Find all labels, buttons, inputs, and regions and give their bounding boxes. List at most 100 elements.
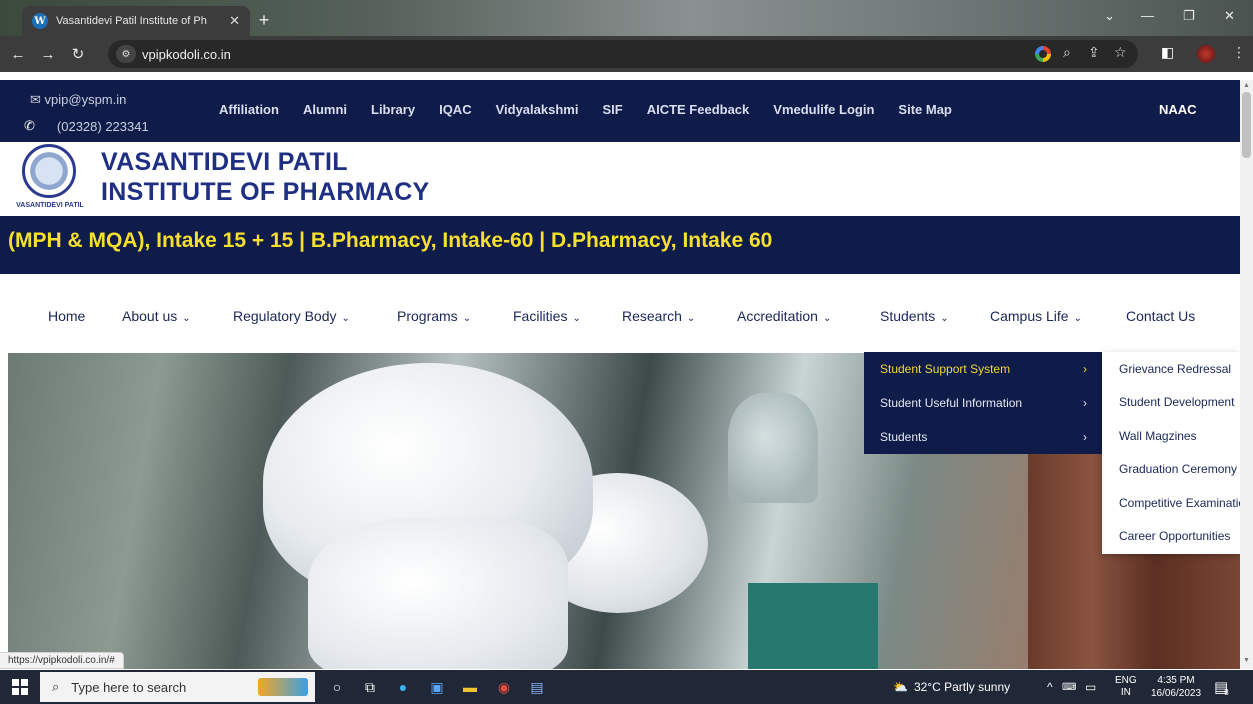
email-contact[interactable]: ✉ vpip@yspm.in [30, 92, 126, 108]
top-link-sif[interactable]: SIF [602, 102, 622, 117]
nav-campus-life[interactable]: Campus Life ⌄ [990, 308, 1082, 324]
clock[interactable]: 4:35 PM 16/06/2023 [1147, 670, 1205, 704]
scroll-down-icon[interactable]: ▼ [1243, 657, 1250, 664]
nav-campus-life-label: Campus Life [990, 308, 1069, 324]
nav-accreditation[interactable]: Accreditation ⌄ [737, 308, 831, 324]
minimize-icon[interactable]: — [1141, 8, 1154, 23]
emblem-icon [22, 144, 76, 198]
edge-icon[interactable]: ● [393, 677, 413, 697]
share-icon[interactable]: ⇪ [1088, 44, 1100, 61]
nav-home-label: Home [48, 308, 86, 324]
search-icon: ⌕ [52, 679, 60, 694]
top-link-vmedulife-login[interactable]: Vmedulife Login [773, 102, 874, 117]
zoom-icon[interactable]: ⌕ [1063, 44, 1071, 61]
nav-research[interactable]: Research ⌄ [622, 308, 695, 324]
notifications-icon[interactable]: ▤ 8 [1214, 670, 1229, 704]
google-icon[interactable] [1035, 46, 1051, 62]
lab-equipment [748, 583, 878, 669]
tab-close-icon[interactable]: ✕ [229, 13, 240, 29]
nav-contact-us-label: Contact Us [1126, 308, 1196, 324]
submenu-grievance-redressal[interactable]: Grievance Redressal [1119, 352, 1240, 385]
submenu-wall-magzines[interactable]: Wall Magzines [1119, 419, 1240, 452]
nav-contact-us[interactable]: Contact Us [1126, 308, 1195, 324]
browser-tab[interactable]: W Vasantidevi Patil Institute of Ph ✕ [22, 6, 250, 36]
site-info-icon[interactable]: ⚙ [116, 45, 136, 63]
submenu-career-opportunities[interactable]: Career Opportunities [1119, 519, 1240, 552]
top-link-library[interactable]: Library [371, 102, 415, 117]
chevron-down-icon: ⌄ [940, 313, 949, 324]
phone-contact[interactable]: ✆ (02328) 223341 [24, 118, 149, 134]
tray-overflow-icon[interactable]: ^ [1047, 670, 1053, 704]
ticker-text: (MPH & MQA), Intake 15 + 15 | B.Pharmacy… [8, 229, 773, 252]
site-title-line1[interactable]: VASANTIDEVI PATIL [101, 148, 348, 177]
chevron-down-icon: ⌄ [182, 313, 191, 324]
site-title-line2[interactable]: INSTITUTE OF PHARMACY [101, 178, 430, 207]
nav-regulatory-body[interactable]: Regulatory Body ⌄ [233, 308, 350, 324]
weather-widget[interactable]: ⛅ 32°C Partly sunny [893, 670, 1010, 704]
top-link-affiliation[interactable]: Affiliation [219, 102, 279, 117]
new-tab-button[interactable]: + [252, 8, 276, 32]
close-window-icon[interactable]: ✕ [1224, 8, 1235, 24]
submenu-student-development[interactable]: Student Development [1119, 385, 1240, 418]
phone-text: (02328) 223341 [56, 118, 149, 134]
url-text: vpipkodoli.co.in [142, 46, 231, 62]
store-icon[interactable]: ▣ [427, 677, 447, 697]
site-header: VASANTIDEVI PATIL VASANTIDEVI PATIL INST… [0, 142, 1240, 216]
institute-logo[interactable]: VASANTIDEVI PATIL [10, 144, 90, 214]
back-button[interactable]: ← [6, 42, 30, 66]
chevron-right-icon: › [1083, 362, 1087, 376]
top-link-vidyalakshmi[interactable]: Vidyalakshmi [496, 102, 579, 117]
nav-programs-label: Programs [397, 308, 458, 324]
bookmark-star-icon[interactable]: ☆ [1114, 44, 1127, 61]
profile-avatar[interactable] [1197, 45, 1215, 63]
chevron-right-icon: › [1083, 430, 1087, 444]
menu-icon[interactable]: ⋮ [1232, 44, 1246, 61]
chevron-down-icon: ⌄ [341, 313, 350, 324]
tab-search-icon[interactable]: ⌄ [1104, 8, 1115, 24]
nav-accreditation-label: Accreditation [737, 308, 818, 324]
submenu-graduation-ceremony[interactable]: Graduation Ceremony [1119, 452, 1240, 485]
nav-about-us[interactable]: About us ⌄ [122, 308, 191, 324]
network-icon[interactable]: ▭ [1085, 670, 1096, 704]
scroll-up-icon[interactable]: ▲ [1243, 82, 1250, 89]
nav-facilities[interactable]: Facilities ⌄ [513, 308, 581, 324]
notepad-icon[interactable]: ▤ [527, 677, 547, 697]
menu-item-label: Student Support System [880, 362, 1011, 376]
windows-start-icon[interactable] [12, 679, 28, 695]
search-highlight-icon[interactable] [258, 678, 308, 696]
task-view-icon[interactable]: ⧉ [360, 677, 380, 697]
top-link-iqac[interactable]: IQAC [439, 102, 472, 117]
clock-time: 4:35 PM [1157, 675, 1195, 686]
chevron-down-icon: ⌄ [572, 313, 581, 324]
menu-students[interactable]: Students › [864, 420, 1103, 454]
language-indicator[interactable]: ENG IN [1115, 670, 1137, 704]
address-bar[interactable]: ⚙ vpipkodoli.co.in [108, 40, 1138, 68]
menu-student-useful-information[interactable]: Student Useful Information › [864, 386, 1103, 420]
forward-button[interactable]: → [36, 42, 60, 66]
top-link-aicte-feedback[interactable]: AICTE Feedback [647, 102, 750, 117]
nav-research-label: Research [622, 308, 682, 324]
naac-link[interactable]: NAAC [1159, 102, 1197, 117]
top-link-alumni[interactable]: Alumni [303, 102, 347, 117]
reload-button[interactable]: ↻ [66, 42, 90, 66]
submenu-competitive-examinations[interactable]: Competitive Examinations [1119, 486, 1240, 519]
file-explorer-icon[interactable]: ▬ [460, 677, 480, 697]
top-link-site-map[interactable]: Site Map [898, 102, 951, 117]
menu-student-support-system[interactable]: Student Support System › [864, 352, 1103, 386]
chevron-down-icon: ⌄ [822, 313, 832, 324]
phone-icon: ✆ [24, 118, 35, 133]
students-dropdown: Student Support System › Student Useful … [864, 352, 1103, 454]
search-placeholder: Type here to search [71, 679, 187, 695]
chrome-icon[interactable]: ◉ [494, 677, 514, 697]
nav-programs[interactable]: Programs ⌄ [397, 308, 471, 324]
nav-home[interactable]: Home [48, 308, 85, 324]
scrollbar-thumb[interactable] [1242, 92, 1251, 158]
sidepanel-icon[interactable]: ◧ [1161, 44, 1174, 61]
restore-icon[interactable]: ❐ [1183, 8, 1195, 24]
page-scrollbar[interactable]: ▲ ▼ [1240, 80, 1253, 669]
nav-students[interactable]: Students ⌄ [880, 308, 949, 324]
cortana-icon[interactable]: ○ [327, 677, 347, 697]
wordpress-favicon-icon: W [32, 13, 48, 29]
input-method-icon[interactable]: ⌨ [1062, 670, 1076, 704]
logo-text: VASANTIDEVI PATIL [16, 202, 84, 209]
